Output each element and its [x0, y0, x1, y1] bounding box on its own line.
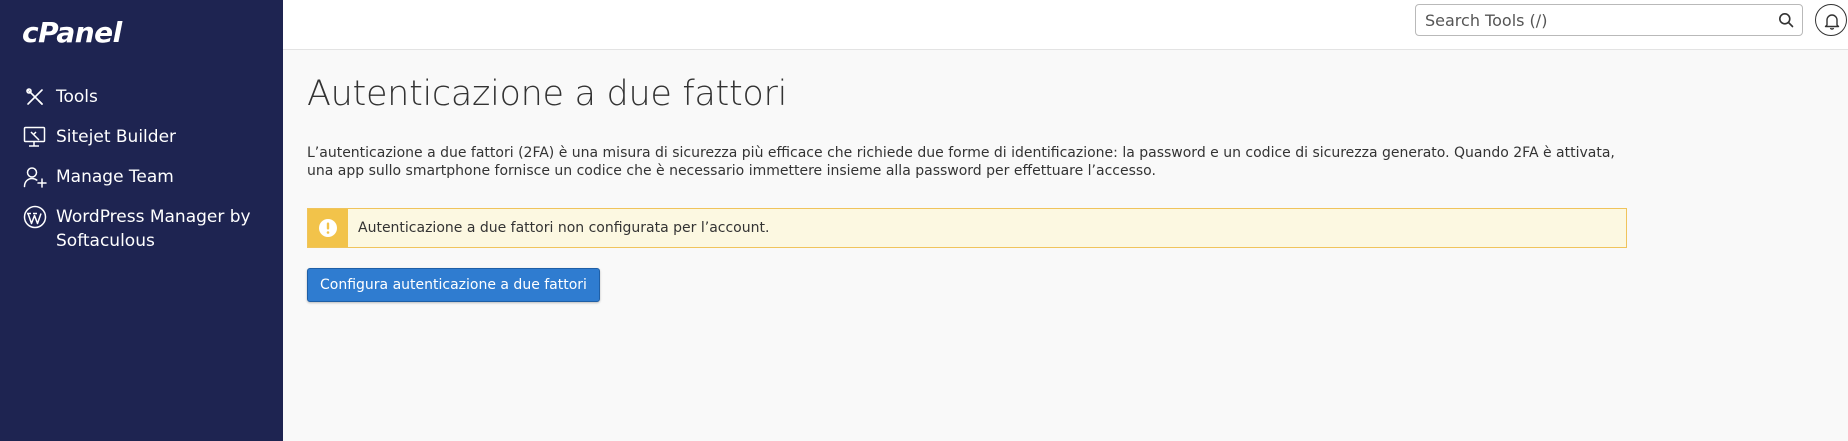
sidebar-nav: Tools Sitejet Builder Manage Team WordPr…	[0, 77, 283, 261]
warning-icon	[319, 219, 337, 237]
alert-message: Autenticazione a due fattori non configu…	[358, 220, 770, 236]
sidebar-item-tools[interactable]: Tools	[0, 77, 283, 117]
sidebar-item-label: Tools	[56, 87, 98, 107]
sidebar-item-label: Sitejet Builder	[56, 127, 177, 147]
sidebar: cPanel Tools Sitejet Builder Manage Team…	[0, 0, 283, 441]
bell-icon	[1824, 14, 1840, 30]
app-window: cPanel Tools Sitejet Builder Manage Team…	[0, 0, 1848, 441]
sidebar-item-label: WordPress Manager by Softaculous	[56, 207, 251, 251]
sidebar-item-label: Manage Team	[56, 167, 174, 187]
sidebar-item-sitejet-builder[interactable]: Sitejet Builder	[0, 117, 283, 157]
sitejet-icon	[22, 125, 48, 149]
top-header	[283, 0, 1848, 50]
page-title: Autenticazione a due fattori	[307, 74, 788, 114]
search-tools-input[interactable]	[1416, 5, 1766, 35]
search-box	[1415, 4, 1803, 36]
manage-team-icon	[22, 165, 48, 189]
notifications-button[interactable]	[1815, 4, 1847, 36]
sidebar-item-manage-team[interactable]: Manage Team	[0, 157, 283, 197]
main-content: Autenticazione a due fattori L’autentica…	[307, 50, 1627, 302]
configure-2fa-button[interactable]: Configura autenticazione a due fattori	[307, 268, 600, 302]
cpanel-logo[interactable]: cPanel	[22, 16, 122, 49]
warning-alert: Autenticazione a due fattori non configu…	[307, 208, 1627, 248]
search-icon[interactable]	[1778, 12, 1794, 28]
alert-icon-container	[308, 209, 348, 247]
wordpress-icon	[22, 205, 48, 229]
sidebar-item-wordpress-manager[interactable]: WordPress Manager by Softaculous	[0, 197, 283, 261]
page-description: L’autenticazione a due fattori (2FA) è u…	[307, 145, 1615, 179]
tools-icon	[22, 85, 48, 109]
